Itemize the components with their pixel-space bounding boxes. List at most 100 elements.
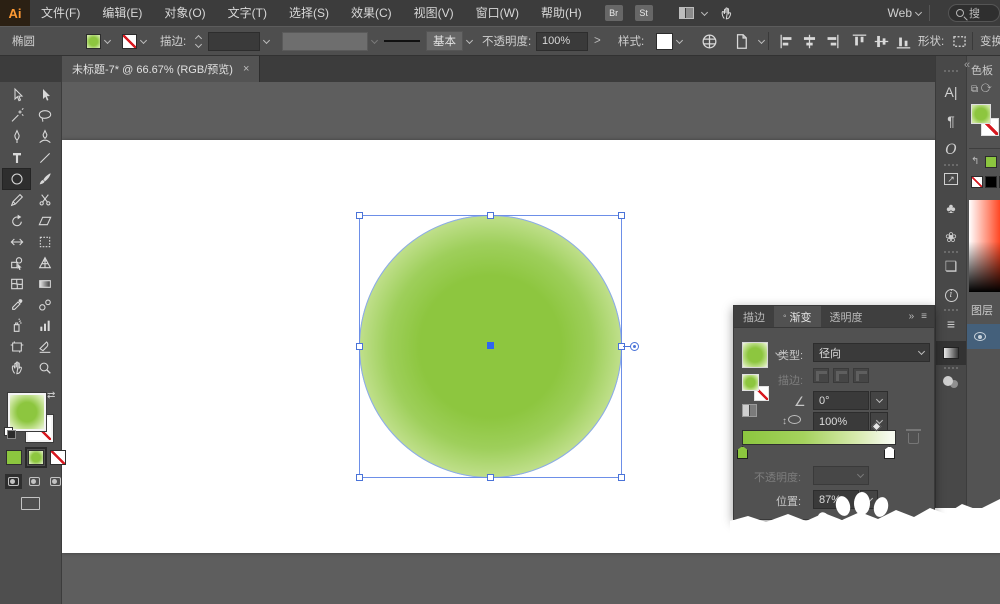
- tab-stroke[interactable]: 描边: [734, 306, 774, 327]
- none-swatch[interactable]: [971, 176, 983, 188]
- selection-handle[interactable]: [356, 212, 363, 219]
- mesh-tool-icon[interactable]: [3, 274, 30, 294]
- gradient-angle-field[interactable]: 0°: [813, 391, 869, 410]
- artboard-tool-icon[interactable]: [3, 337, 30, 357]
- fill-color-proxy[interactable]: [8, 393, 46, 431]
- tab-gradient[interactable]: 渐变: [774, 306, 821, 327]
- blend-tool-icon[interactable]: [31, 295, 58, 315]
- width-tool-icon[interactable]: [3, 232, 30, 252]
- search-input[interactable]: 搜: [948, 4, 1000, 22]
- arrange-documents-button[interactable]: [665, 7, 707, 19]
- artboards-panel-icon[interactable]: ❏: [936, 254, 966, 278]
- swap-fill-stroke-icon[interactable]: ⇄: [47, 390, 55, 401]
- selection-handle[interactable]: [356, 474, 363, 481]
- gradient-type-dropdown[interactable]: 径向: [813, 343, 930, 362]
- selection-handle[interactable]: [487, 212, 494, 219]
- brush-definition-dropdown[interactable]: 基本: [384, 27, 472, 55]
- color-spectrum[interactable]: [969, 200, 1000, 292]
- gradient-stop-end[interactable]: [884, 446, 895, 459]
- align-horizontal-right-icon[interactable]: [822, 27, 845, 55]
- rotate-tool-icon[interactable]: [3, 211, 30, 231]
- shear-tool-icon[interactable]: [31, 211, 58, 231]
- collapse-dock-icon[interactable]: «: [964, 59, 970, 71]
- type-tool-icon[interactable]: [3, 148, 30, 168]
- workspace-switcher[interactable]: Web: [888, 6, 921, 20]
- eyedropper-tool-icon[interactable]: [3, 295, 30, 315]
- panel-menu-icon[interactable]: ≡: [921, 311, 927, 322]
- character-panel-icon[interactable]: A|: [936, 80, 966, 104]
- align-vertical-center-icon[interactable]: [872, 27, 895, 55]
- bridge-button[interactable]: Br: [605, 5, 623, 21]
- screen-mode-icon[interactable]: [21, 497, 40, 510]
- pencil-tool-icon[interactable]: [3, 190, 30, 210]
- transparency-panel-icon[interactable]: [936, 370, 966, 394]
- magic-wand-tool-icon[interactable]: [3, 106, 30, 126]
- pen-tool-icon[interactable]: [3, 127, 30, 147]
- reverse-gradient-icon[interactable]: [742, 404, 757, 417]
- menu-edit[interactable]: 编辑(E): [91, 0, 153, 26]
- document-tab[interactable]: 未标题-7* @ 66.67% (RGB/预览) ×: [62, 56, 260, 82]
- shape-builder-tool-icon[interactable]: [3, 253, 30, 273]
- stroke-weight-field[interactable]: [208, 27, 269, 55]
- black-swatch[interactable]: [985, 176, 997, 188]
- aspect-ratio-field[interactable]: 100%: [813, 412, 869, 431]
- menu-select[interactable]: 选择(S): [278, 0, 340, 26]
- align-horizontal-center-icon[interactable]: [800, 27, 823, 55]
- gradient-panel-icon[interactable]: [936, 341, 966, 365]
- gradient-slider[interactable]: [742, 430, 896, 445]
- opentype-panel-icon[interactable]: O: [936, 138, 966, 162]
- panel-fill-proxy[interactable]: [742, 374, 759, 391]
- column-graph-tool-icon[interactable]: [31, 316, 58, 336]
- scissors-tool-icon[interactable]: [31, 190, 58, 210]
- default-fill-stroke-icon[interactable]: [4, 427, 17, 440]
- menu-help[interactable]: 帮助(H): [530, 0, 593, 26]
- draw-inside-mode-icon[interactable]: [47, 474, 64, 489]
- gradient-tool-icon[interactable]: [31, 274, 58, 294]
- share-icon[interactable]: [719, 6, 734, 21]
- swatch-kinds-icon[interactable]: ⧉ ⟳: [971, 84, 992, 95]
- width-profile-dropdown[interactable]: [282, 27, 377, 55]
- line-tool-icon[interactable]: [31, 148, 58, 168]
- green-swatch[interactable]: [985, 156, 997, 168]
- color-button[interactable]: [6, 450, 22, 465]
- symbols-panel-icon[interactable]: ♣: [936, 196, 966, 220]
- draw-behind-mode-icon[interactable]: [26, 474, 43, 489]
- fill-color-dropdown[interactable]: [86, 27, 110, 55]
- shape-properties-icon[interactable]: [950, 27, 973, 55]
- perspective-grid-tool-icon[interactable]: [31, 253, 58, 273]
- menu-window[interactable]: 窗口(W): [465, 0, 530, 26]
- align-vertical-bottom-icon[interactable]: [894, 27, 917, 55]
- gradient-annotator-endpoint[interactable]: [630, 342, 639, 351]
- paintbrush-tool-icon[interactable]: [31, 169, 58, 189]
- gradient-center-point[interactable]: [487, 342, 494, 349]
- brushes-panel-icon[interactable]: ❀: [936, 225, 966, 249]
- recolor-artwork-icon[interactable]: [700, 27, 723, 55]
- selection-handle[interactable]: [618, 474, 625, 481]
- menu-effect[interactable]: 效果(C): [340, 0, 403, 26]
- free-transform-tool-icon[interactable]: [31, 232, 58, 252]
- curvature-tool-icon[interactable]: [31, 127, 58, 147]
- menu-type[interactable]: 文字(T): [217, 0, 278, 26]
- document-setup-dropdown[interactable]: [732, 27, 764, 55]
- tab-transparency[interactable]: 透明度: [821, 306, 872, 327]
- layer-row[interactable]: [967, 324, 1000, 349]
- align-horizontal-left-icon[interactable]: [778, 27, 801, 55]
- slice-tool-icon[interactable]: [31, 337, 58, 357]
- stroke-weight-stepper[interactable]: [196, 27, 204, 55]
- hand-tool-icon[interactable]: [3, 358, 30, 378]
- stroke-color-dropdown[interactable]: [122, 27, 146, 55]
- stock-button[interactable]: St: [635, 5, 653, 21]
- gradient-preview-thumbnail[interactable]: [742, 342, 768, 368]
- selection-handle[interactable]: [356, 343, 363, 350]
- layer-visibility-icon[interactable]: [974, 332, 986, 341]
- gradient-stop-start[interactable]: [737, 446, 748, 459]
- align-vertical-top-icon[interactable]: [850, 27, 873, 55]
- app-logo-icon[interactable]: Ai: [0, 0, 30, 26]
- menu-file[interactable]: 文件(F): [30, 0, 91, 26]
- opacity-field[interactable]: 100%: [536, 27, 588, 55]
- draw-normal-mode-icon[interactable]: [5, 474, 22, 489]
- ellipse-tool-icon[interactable]: [3, 169, 30, 189]
- symbol-sprayer-tool-icon[interactable]: [3, 316, 30, 336]
- transform-link[interactable]: 变换: [980, 33, 1000, 49]
- info-panel-icon[interactable]: i: [936, 283, 966, 307]
